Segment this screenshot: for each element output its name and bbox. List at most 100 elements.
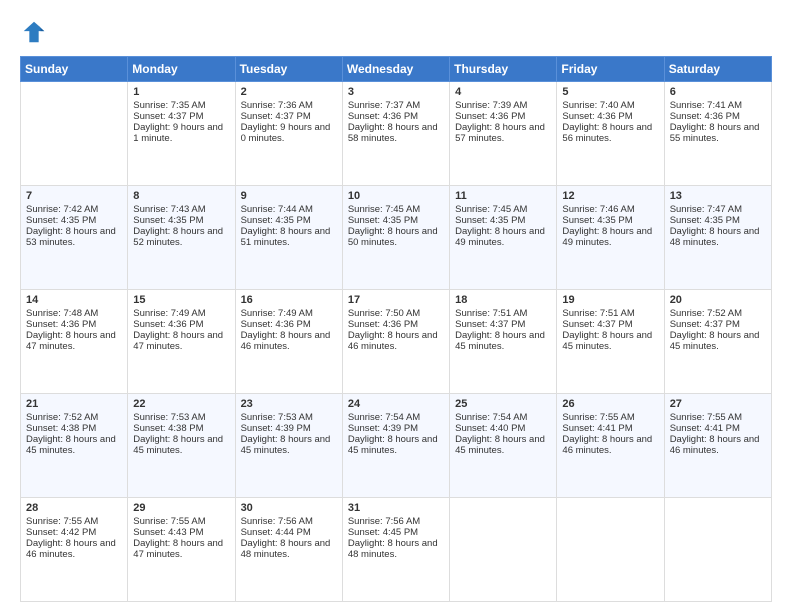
cell-3-2: 23Sunrise: 7:53 AMSunset: 4:39 PMDayligh… [235,394,342,498]
week-row-4: 28Sunrise: 7:55 AMSunset: 4:42 PMDayligh… [21,498,772,602]
sunrise-text: Sunrise: 7:55 AM [562,412,658,423]
daylight-text: Daylight: 8 hours and 50 minutes. [348,226,444,248]
cell-3-1: 22Sunrise: 7:53 AMSunset: 4:38 PMDayligh… [128,394,235,498]
day-number: 9 [241,190,337,202]
day-number: 11 [455,190,551,202]
cell-3-6: 27Sunrise: 7:55 AMSunset: 4:41 PMDayligh… [664,394,771,498]
cell-1-6: 13Sunrise: 7:47 AMSunset: 4:35 PMDayligh… [664,186,771,290]
sunrise-text: Sunrise: 7:52 AM [670,308,766,319]
sunrise-text: Sunrise: 7:40 AM [562,100,658,111]
sunrise-text: Sunrise: 7:50 AM [348,308,444,319]
cell-1-1: 8Sunrise: 7:43 AMSunset: 4:35 PMDaylight… [128,186,235,290]
daylight-text: Daylight: 8 hours and 45 minutes. [562,330,658,352]
daylight-text: Daylight: 8 hours and 45 minutes. [241,434,337,456]
cell-4-5 [557,498,664,602]
sunset-text: Sunset: 4:44 PM [241,527,337,538]
cell-1-4: 11Sunrise: 7:45 AMSunset: 4:35 PMDayligh… [450,186,557,290]
sunrise-text: Sunrise: 7:49 AM [241,308,337,319]
day-number: 30 [241,502,337,514]
daylight-text: Daylight: 8 hours and 55 minutes. [670,122,766,144]
page: SundayMondayTuesdayWednesdayThursdayFrid… [0,0,792,612]
daylight-text: Daylight: 8 hours and 46 minutes. [562,434,658,456]
sunrise-text: Sunrise: 7:54 AM [455,412,551,423]
cell-4-2: 30 Sunrise: 7:56 AMSunset: 4:44 PMDayligh… [235,498,342,602]
daylight-text: Daylight: 9 hours and 1 minute. [133,122,229,144]
logo-icon [20,18,48,46]
sunset-text: Sunset: 4:39 PM [241,423,337,434]
sunrise-text: Sunrise: 7:56 AM [241,516,337,527]
day-number: 12 [562,190,658,202]
daylight-text: Daylight: 8 hours and 47 minutes. [26,330,122,352]
daylight-text: Daylight: 8 hours and 58 minutes. [348,122,444,144]
sunset-text: Sunset: 4:37 PM [562,319,658,330]
day-number: 19 [562,294,658,306]
cell-0-1: 1 Sunrise: 7:35 AMSunset: 4:37 PMDaylight… [128,82,235,186]
col-header-monday: Monday [128,57,235,82]
sunrise-text: Sunrise: 7:53 AM [133,412,229,423]
cell-0-2: 2Sunrise: 7:36 AMSunset: 4:37 PMDaylight… [235,82,342,186]
sunset-text: Sunset: 4:43 PM [133,527,229,538]
sunrise-text: Sunrise: 7:55 AM [133,516,229,527]
col-header-sunday: Sunday [21,57,128,82]
day-number: 10 [348,190,444,202]
day-number: 21 [26,398,122,410]
sunset-text: Sunset: 4:36 PM [670,111,766,122]
day-number: 22 [133,398,229,410]
col-header-friday: Friday [557,57,664,82]
sunrise-text: Sunrise: 7:55 AM [670,412,766,423]
sunset-text: Sunset: 4:41 PM [562,423,658,434]
sunrise-text: Sunrise: 7:48 AM [26,308,122,319]
cell-2-3: 17Sunrise: 7:50 AMSunset: 4:36 PMDayligh… [342,290,449,394]
day-number: 7 [26,190,122,202]
daylight-text: Daylight: 8 hours and 45 minutes. [26,434,122,456]
day-number: 31 [348,502,444,514]
daylight-text: Daylight: 8 hours and 48 minutes. [670,226,766,248]
sunset-text: Sunset: 4:37 PM [133,111,229,122]
sunrise-text: Sunrise: 7:42 AM [26,204,122,215]
daylight-text: Daylight: 8 hours and 51 minutes. [241,226,337,248]
cell-4-6 [664,498,771,602]
cell-1-3: 10Sunrise: 7:45 AMSunset: 4:35 PMDayligh… [342,186,449,290]
cell-4-0: 28Sunrise: 7:55 AMSunset: 4:42 PMDayligh… [21,498,128,602]
day-number: 1 [133,86,229,98]
sunrise-text: Sunrise: 7:35 AM [133,100,229,111]
day-number: 20 [670,294,766,306]
day-number: 13 [670,190,766,202]
day-number: 6 [670,86,766,98]
daylight-text: Daylight: 8 hours and 48 minutes. [241,538,337,560]
sunrise-text: Sunrise: 7:51 AM [455,308,551,319]
daylight-text: Daylight: 8 hours and 48 minutes. [348,538,444,560]
day-number: 14 [26,294,122,306]
daylight-text: Daylight: 8 hours and 47 minutes. [133,538,229,560]
sunset-text: Sunset: 4:41 PM [670,423,766,434]
daylight-text: Daylight: 8 hours and 45 minutes. [455,434,551,456]
col-header-thursday: Thursday [450,57,557,82]
sunset-text: Sunset: 4:38 PM [133,423,229,434]
day-number: 5 [562,86,658,98]
week-row-1: 7Sunrise: 7:42 AMSunset: 4:35 PMDaylight… [21,186,772,290]
day-number: 26 [562,398,658,410]
cell-2-5: 19Sunrise: 7:51 AMSunset: 4:37 PMDayligh… [557,290,664,394]
cell-2-0: 14 Sunrise: 7:48 AMSunset: 4:36 PMDayligh… [21,290,128,394]
sunrise-text: Sunrise: 7:52 AM [26,412,122,423]
cell-1-0: 7Sunrise: 7:42 AMSunset: 4:35 PMDaylight… [21,186,128,290]
cell-2-1: 15Sunrise: 7:49 AMSunset: 4:36 PMDayligh… [128,290,235,394]
sunrise-text: Sunrise: 7:46 AM [562,204,658,215]
sunset-text: Sunset: 4:36 PM [26,319,122,330]
sunset-text: Sunset: 4:35 PM [670,215,766,226]
cell-4-1: 29Sunrise: 7:55 AMSunset: 4:43 PMDayligh… [128,498,235,602]
daylight-text: Daylight: 8 hours and 57 minutes. [455,122,551,144]
sunset-text: Sunset: 4:35 PM [133,215,229,226]
cell-3-3: 24Sunrise: 7:54 AMSunset: 4:39 PMDayligh… [342,394,449,498]
day-number: 16 [241,294,337,306]
sunrise-text: Sunrise: 7:45 AM [455,204,551,215]
cell-2-2: 16Sunrise: 7:49 AMSunset: 4:36 PMDayligh… [235,290,342,394]
daylight-text: Daylight: 8 hours and 56 minutes. [562,122,658,144]
sunset-text: Sunset: 4:42 PM [26,527,122,538]
sunrise-text: Sunrise: 7:39 AM [455,100,551,111]
cell-0-0 [21,82,128,186]
daylight-text: Daylight: 8 hours and 46 minutes. [26,538,122,560]
cell-3-4: 25Sunrise: 7:54 AMSunset: 4:40 PMDayligh… [450,394,557,498]
week-row-0: 1Sunrise: 7:35 AMSunset: 4:37 PMDaylight… [21,82,772,186]
sunset-text: Sunset: 4:35 PM [348,215,444,226]
